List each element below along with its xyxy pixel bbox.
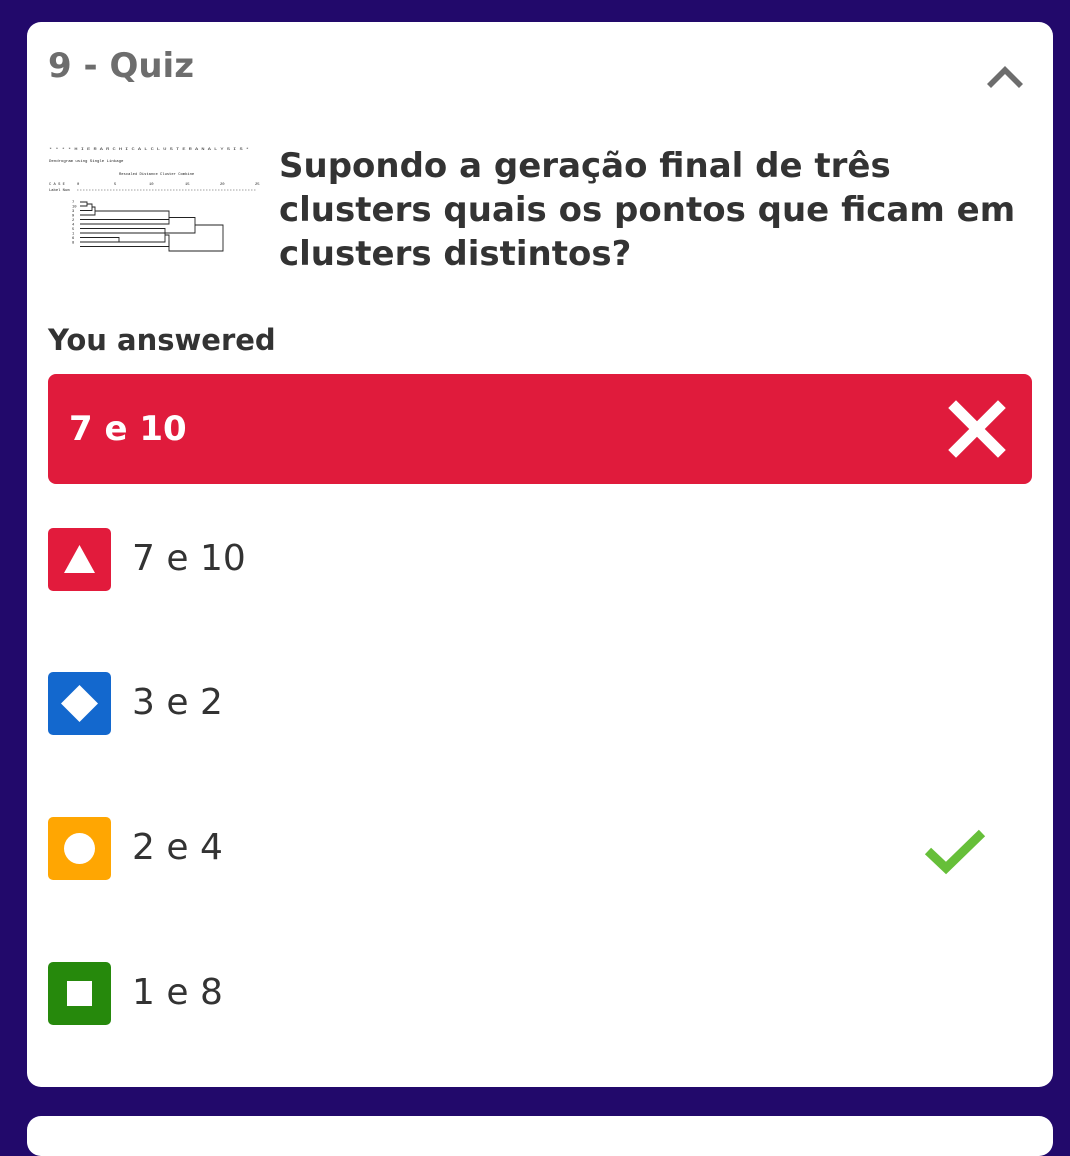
dendrogram-tick: 20 (220, 183, 225, 187)
square-icon (67, 981, 92, 1006)
chevron-up-icon (987, 66, 1023, 88)
next-card-peek (27, 1116, 1053, 1156)
option-label: 3 e 2 (132, 682, 223, 723)
dendrogram-leaf-label: 8 (72, 242, 75, 246)
option-tile-yellow (48, 817, 111, 880)
option-tile-blue (48, 672, 111, 735)
quiz-card: 9 - Quiz * * * * H I E R A R C H I C A L… (27, 22, 1053, 1087)
dendrogram-leaf-label: 7 (72, 201, 74, 205)
option-label: 7 e 10 (132, 538, 246, 579)
dendrogram-header: * * * * H I E R A R C H I C A L C L U S … (49, 147, 249, 152)
dendrogram-leaf-label: 4 (72, 224, 75, 228)
you-answered-label: You answered (48, 323, 276, 357)
dendrogram-leaf-label: 5 (72, 228, 75, 232)
dendrogram-leaf-label: 2 (72, 219, 75, 223)
dendrogram-subheader: Dendrogram using Single Linkage (49, 159, 124, 164)
dendrogram-case-label: C A S E (49, 183, 66, 187)
answer-option-circle[interactable]: 2 e 4 (48, 817, 1032, 881)
dendrogram-caption: Rescaled Distance Cluster Combine (119, 172, 195, 177)
answer-option-diamond[interactable]: 3 e 2 (48, 672, 1032, 736)
dendrogram-leaf-label: 9 (72, 215, 75, 219)
dendrogram-tick: 25 (255, 183, 260, 187)
dendrogram-tick: 5 (114, 183, 117, 187)
dendrogram-thumbnail: * * * * H I E R A R C H I C A L C L U S … (49, 147, 260, 252)
dendrogram-tick: 15 (185, 183, 190, 187)
option-tile-green (48, 962, 111, 1025)
circle-icon (64, 833, 95, 864)
dendrogram-tick: 10 (149, 183, 154, 187)
diamond-icon (61, 685, 98, 722)
option-label: 2 e 4 (132, 827, 223, 868)
answer-option-triangle[interactable]: 7 e 10 (48, 528, 1032, 592)
dendrogram-label-num: Label Num (49, 188, 70, 193)
dendrogram-tick: 0 (77, 183, 80, 187)
answer-option-square[interactable]: 1 e 8 (48, 962, 1032, 1026)
submitted-answer: 7 e 10 (48, 374, 1032, 484)
dendrogram-leaf-label: 3 (72, 210, 75, 214)
dendrogram-leaf-label: 6 (72, 237, 75, 241)
x-icon (948, 400, 1006, 458)
option-tile-red (48, 528, 111, 591)
collapse-button[interactable] (977, 50, 1033, 94)
triangle-icon (64, 545, 95, 573)
dendrogram-leaf-label: 10 (72, 206, 77, 210)
submitted-answer-text: 7 e 10 (69, 409, 187, 449)
dendrogram-leaf-label: 1 (72, 233, 75, 237)
quiz-title: 9 - Quiz (48, 46, 194, 86)
option-label: 1 e 8 (132, 972, 223, 1013)
checkmark-icon (924, 829, 986, 875)
question-text: Supondo a geração final de três clusters… (279, 146, 1016, 274)
